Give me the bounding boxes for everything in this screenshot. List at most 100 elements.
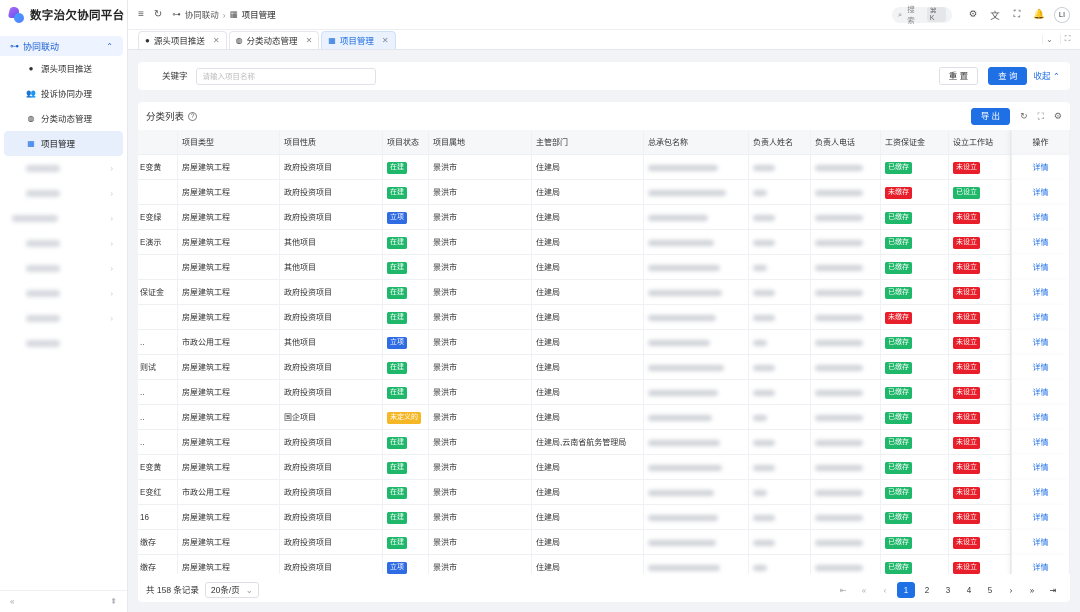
close-icon[interactable]: ✕: [306, 36, 313, 45]
collapse-sidebar-icon[interactable]: «: [10, 597, 14, 606]
sidebar-item-source-push[interactable]: ● 源头项目推送: [4, 56, 123, 81]
sidebar-item-blurred[interactable]: ›: [4, 256, 123, 281]
keyword-input[interactable]: 请输入项目名称: [195, 67, 376, 85]
column-header[interactable]: 项目属地: [429, 130, 532, 155]
cell-text: 景洪市: [433, 388, 457, 397]
detail-link[interactable]: 详情: [1033, 512, 1049, 523]
global-search[interactable]: ⌕ 搜索 ⌘ K: [892, 5, 952, 25]
column-header[interactable]: 项目性质: [280, 130, 383, 155]
brand[interactable]: 数字治欠协同平台: [0, 0, 127, 30]
bell-icon[interactable]: 🔔: [1030, 9, 1048, 20]
column-header[interactable]: 负责人电话: [811, 130, 881, 155]
cell-text: 景洪市: [433, 238, 457, 247]
tab-project[interactable]: ▦ 项目管理 ✕: [321, 31, 396, 49]
sidebar-item-blurred[interactable]: ›: [4, 306, 123, 331]
next-page-icon[interactable]: ›: [1002, 582, 1020, 598]
column-settings-icon[interactable]: ⚙: [1054, 111, 1062, 122]
detail-link[interactable]: 详情: [1033, 387, 1049, 398]
detail-link[interactable]: 详情: [1033, 187, 1049, 198]
column-header-label: 设立工作站: [953, 138, 993, 147]
column-header[interactable]: [138, 130, 178, 155]
refresh-icon[interactable]: ↻: [1020, 111, 1028, 122]
cell-text: 房屋建筑工程: [182, 163, 230, 172]
translate-icon[interactable]: 文: [986, 8, 1004, 22]
reset-button[interactable]: 重 置: [938, 67, 979, 85]
column-header[interactable]: 操作: [1011, 130, 1070, 155]
detail-link[interactable]: 详情: [1033, 462, 1049, 473]
sidebar-item-blurred[interactable]: ›: [4, 231, 123, 256]
fullscreen-icon[interactable]: ⛶: [1008, 9, 1026, 20]
sidebar-item-blurred[interactable]: [4, 331, 123, 356]
pin-icon[interactable]: ⇞: [110, 597, 117, 606]
column-header[interactable]: 负责人姓名: [749, 130, 811, 155]
table-cell: [749, 330, 811, 355]
export-button[interactable]: 导 出: [970, 107, 1011, 125]
page-button[interactable]: 1: [897, 582, 915, 598]
close-icon[interactable]: ✕: [382, 36, 389, 45]
fullscreen-icon[interactable]: ⛶: [1038, 111, 1044, 122]
help-icon[interactable]: ?: [188, 111, 198, 121]
sidebar-item-blurred[interactable]: ›: [4, 206, 123, 231]
menu-group-label: 协同联动: [23, 41, 60, 52]
settings-icon[interactable]: ⚙: [964, 9, 982, 20]
first-page-icon[interactable]: ⇤: [834, 582, 852, 598]
close-icon[interactable]: ✕: [213, 36, 220, 45]
detail-link[interactable]: 详情: [1033, 437, 1049, 448]
sidebar-item-complaint[interactable]: 👥 投诉协同办理: [4, 81, 123, 106]
menu-icon[interactable]: ≡: [138, 9, 144, 20]
menu-group-collaboration[interactable]: ⊶ 协同联动 ⌃: [0, 36, 123, 56]
table-cell: [749, 205, 811, 230]
cell-text: E变红: [140, 488, 162, 497]
sidebar-item-blurred[interactable]: ›: [4, 281, 123, 306]
prev-group-icon[interactable]: «: [855, 582, 873, 598]
detail-link[interactable]: 详情: [1033, 162, 1049, 173]
cell-text: 房屋建筑工程: [182, 213, 230, 222]
avatar[interactable]: LI: [1054, 6, 1070, 23]
detail-link[interactable]: 详情: [1033, 287, 1049, 298]
sidebar-item-blurred[interactable]: ›: [4, 181, 123, 206]
cell-text: 住建局: [536, 413, 560, 422]
sidebar-item-project[interactable]: ▦ 项目管理: [4, 131, 123, 156]
next-group-icon[interactable]: »: [1023, 582, 1041, 598]
breadcrumb-item[interactable]: 协同联动: [185, 9, 219, 21]
detail-link[interactable]: 详情: [1033, 237, 1049, 248]
detail-link[interactable]: 详情: [1033, 362, 1049, 373]
tab-source-push[interactable]: ● 源头项目推送 ✕: [138, 31, 227, 49]
maximize-icon[interactable]: ⛶: [1060, 34, 1074, 44]
column-header[interactable]: 项目类型: [178, 130, 280, 155]
detail-link[interactable]: 详情: [1033, 337, 1049, 348]
column-header[interactable]: 项目状态: [383, 130, 429, 155]
page-button[interactable]: 4: [960, 582, 978, 598]
refresh-icon[interactable]: ↻: [154, 9, 162, 20]
column-header[interactable]: 主管部门: [532, 130, 644, 155]
detail-link[interactable]: 详情: [1033, 412, 1049, 423]
table-cell: 景洪市: [429, 480, 532, 505]
column-header[interactable]: 总承包名称: [644, 130, 749, 155]
sidebar-item-category[interactable]: ◍ 分类动态管理: [4, 106, 123, 131]
sidebar-item-blurred[interactable]: ›: [4, 156, 123, 181]
query-button[interactable]: 查 询: [988, 67, 1028, 85]
detail-link[interactable]: 详情: [1033, 537, 1049, 548]
cell-text: E演示: [140, 238, 162, 247]
detail-link[interactable]: 详情: [1033, 312, 1049, 323]
station-badge: 未设立: [953, 436, 980, 449]
last-page-icon[interactable]: ⇥: [1044, 582, 1062, 598]
detail-link[interactable]: 详情: [1033, 212, 1049, 223]
detail-link[interactable]: 详情: [1033, 262, 1049, 273]
tab-category[interactable]: ◍ 分类动态管理 ✕: [228, 31, 320, 49]
deposit-badge: 已缴存: [885, 486, 912, 499]
detail-link[interactable]: 详情: [1033, 562, 1049, 573]
page-button[interactable]: 3: [939, 582, 957, 598]
prev-page-icon[interactable]: ‹: [876, 582, 894, 598]
collapse-link[interactable]: 收起 ⌃: [1033, 70, 1060, 82]
detail-link[interactable]: 详情: [1033, 487, 1049, 498]
column-header[interactable]: 设立工作站: [949, 130, 1011, 155]
page-button[interactable]: 5: [981, 582, 999, 598]
column-header[interactable]: 工资保证金: [881, 130, 949, 155]
page-button[interactable]: 2: [918, 582, 936, 598]
chevron-down-icon[interactable]: ⌄: [1042, 34, 1056, 44]
table-cell: 已缴存: [881, 505, 949, 530]
table-cell: E变绿: [138, 205, 178, 230]
redacted-text: [648, 364, 724, 371]
page-size-select[interactable]: 20条/页 ⌄: [204, 582, 259, 598]
